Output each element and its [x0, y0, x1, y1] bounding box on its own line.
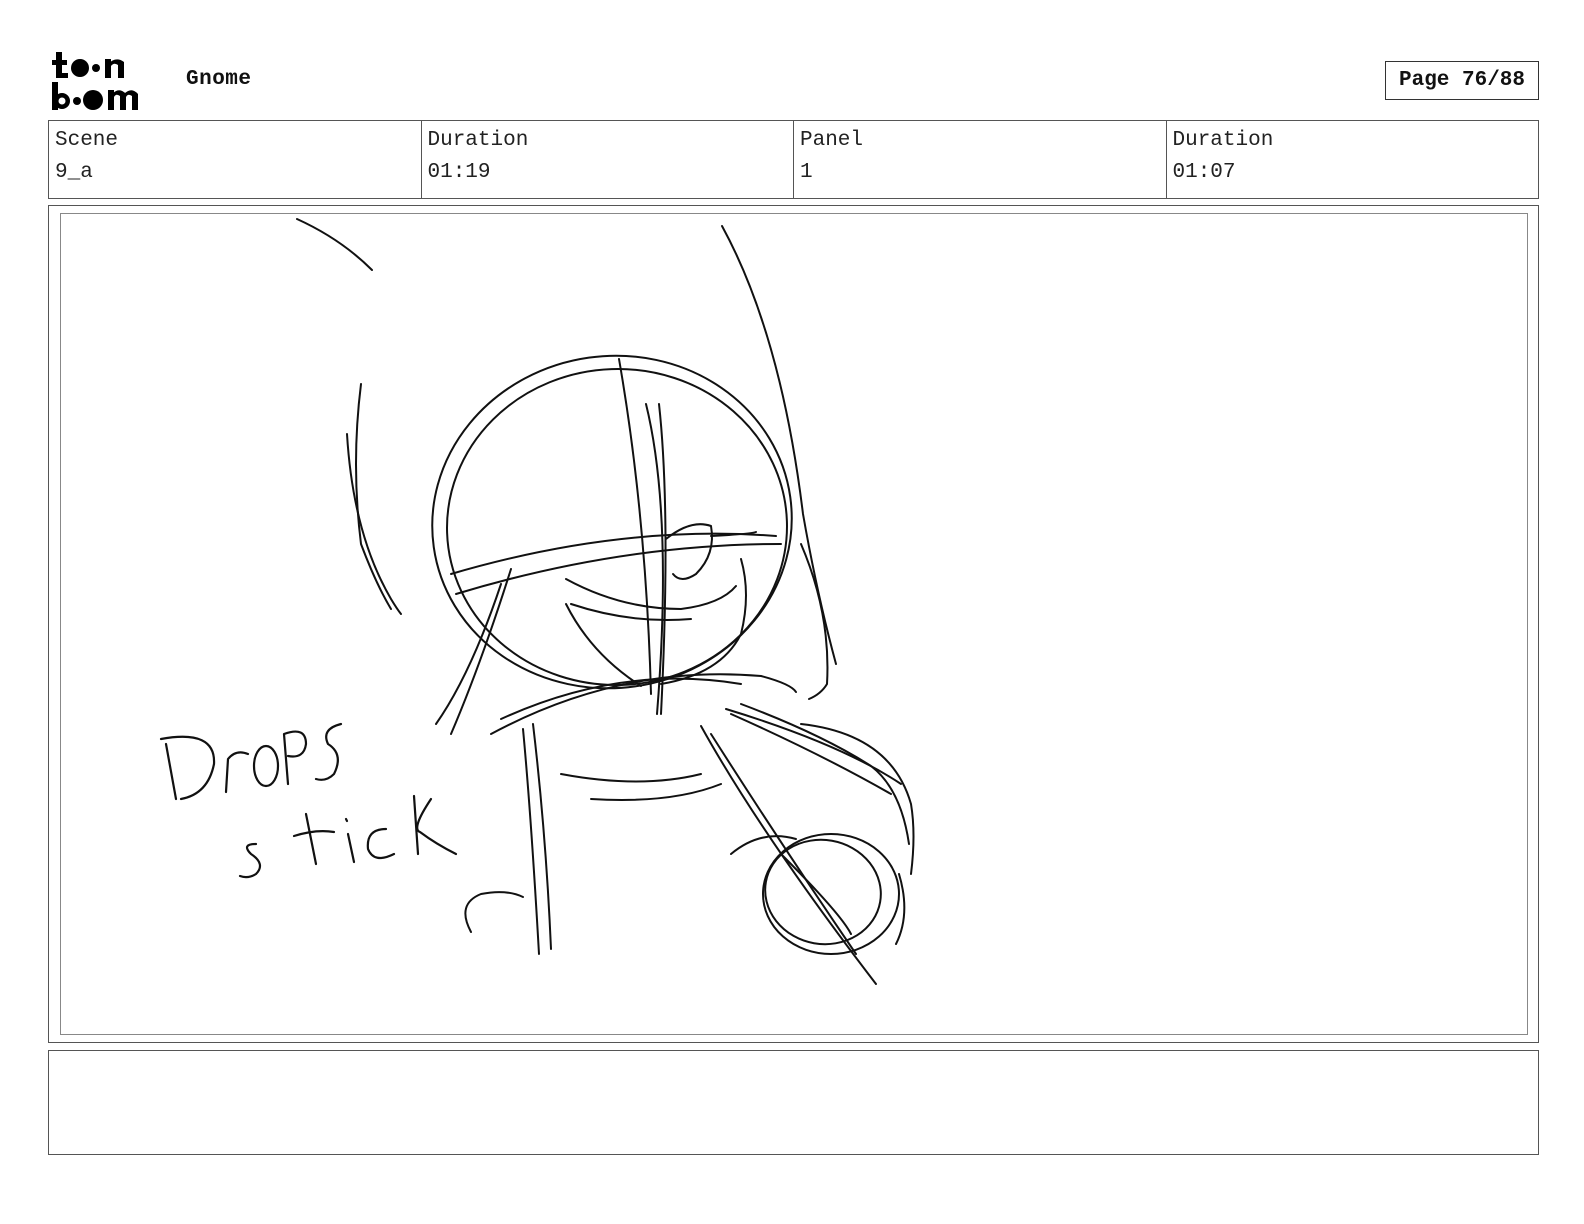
toon-boom-logo	[50, 50, 166, 112]
scene-label: Scene	[55, 129, 119, 152]
sketch-stroke	[618, 358, 652, 695]
scene-value: 9_a	[55, 161, 93, 184]
sketch-stroke	[710, 733, 857, 955]
panel-cell: Panel 1	[794, 121, 1167, 198]
page-indicator: Page 76/88	[1385, 61, 1539, 100]
panel-caption-box	[48, 1050, 1539, 1155]
sketch-stroke	[590, 783, 722, 801]
sketch-stroke	[660, 558, 747, 685]
sketch-stroke	[570, 603, 692, 621]
sketch-stroke	[304, 812, 318, 866]
scene-duration-value: 01:19	[427, 161, 491, 184]
sketch-stroke	[416, 797, 458, 856]
project-title: Gnome	[186, 68, 252, 91]
toon-boom-logo-icon	[52, 52, 138, 110]
sketch-stroke	[355, 383, 392, 610]
sketch-stroke	[665, 523, 713, 580]
sketch-stroke	[282, 730, 308, 786]
panel-duration-value: 01:07	[1172, 161, 1236, 184]
sketch-stroke	[159, 735, 216, 801]
sketch-stroke	[164, 742, 178, 801]
storyboard-panel-frame	[48, 205, 1539, 1043]
sketch-note-lettering	[159, 722, 458, 879]
sketch-stroke	[725, 708, 902, 785]
sketch-stroke	[238, 842, 262, 879]
sketch-stroke	[314, 722, 343, 781]
sketch-stroke	[565, 603, 642, 687]
panel-duration-label: Duration	[1172, 129, 1274, 152]
panel-label: Panel	[800, 129, 864, 152]
scene-duration-label: Duration	[427, 129, 529, 152]
sketch-stroke	[560, 773, 702, 783]
sketch-stroke	[292, 830, 336, 838]
sketch-stroke	[431, 354, 793, 690]
storyboard-panel	[60, 213, 1528, 1035]
sketch-stroke	[645, 403, 664, 715]
sketch-stroke	[344, 817, 349, 823]
panel-duration-cell: Duration 01:07	[1167, 121, 1539, 198]
sketch-stroke	[450, 532, 777, 575]
sketch-drawing	[296, 218, 915, 985]
sketch-stroke	[565, 578, 737, 610]
sketch-stroke	[446, 367, 788, 687]
sketch-stroke	[532, 723, 552, 950]
scene-info-table: Scene 9_a Duration 01:19 Panel 1 Duratio…	[48, 120, 1539, 199]
sketch-stroke	[800, 543, 829, 700]
scene-cell: Scene 9_a	[49, 121, 422, 198]
sketch-stroke	[224, 751, 250, 794]
panel-value: 1	[800, 161, 813, 184]
sketch-stroke	[346, 832, 356, 864]
sketch-stroke	[464, 891, 524, 933]
sketch-stroke	[366, 827, 396, 860]
sketch-stroke	[252, 744, 280, 788]
sketch-stroke	[296, 218, 373, 271]
scene-duration-cell: Duration 01:19	[422, 121, 794, 198]
